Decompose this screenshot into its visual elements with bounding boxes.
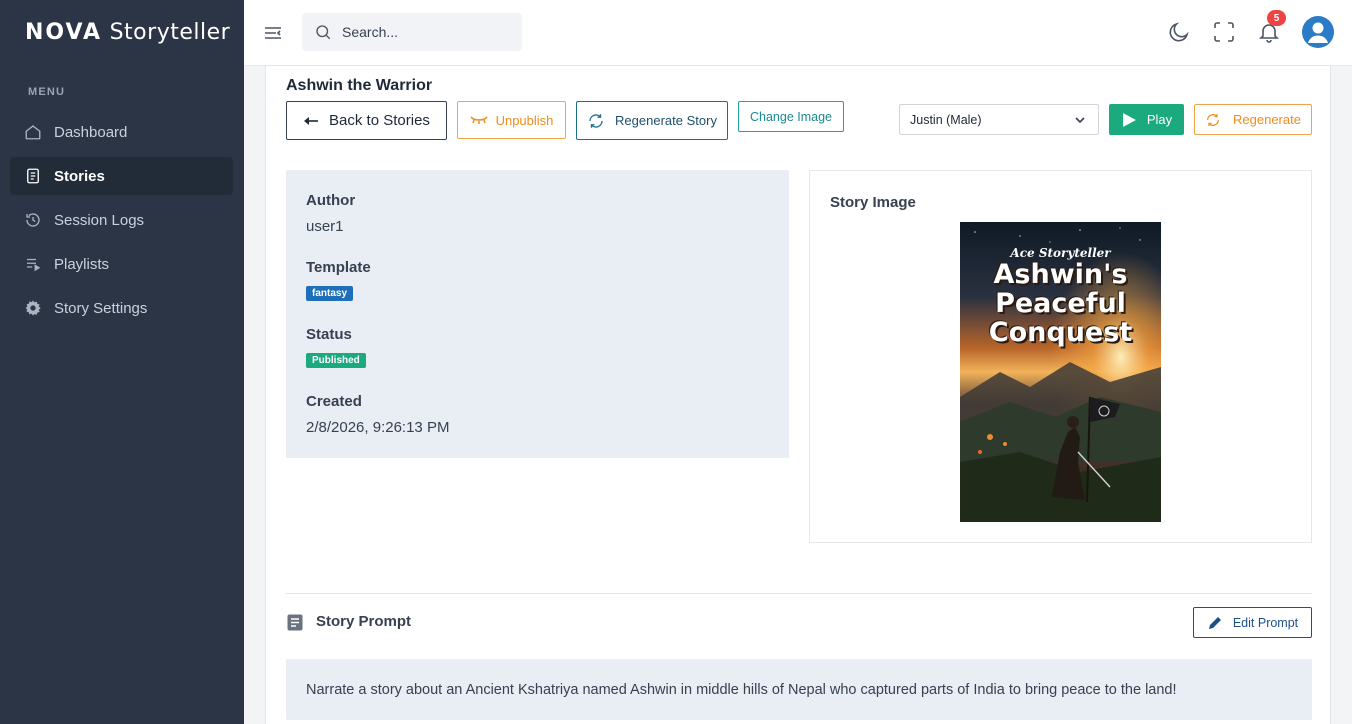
sidebar-item-playlists[interactable]: Playlists (10, 245, 233, 283)
arrow-left-icon (304, 116, 319, 125)
change-image-button[interactable]: Change Image (738, 101, 844, 132)
cover-title-line: Conquest (988, 317, 1133, 348)
eye-off-icon (469, 116, 488, 124)
refresh-icon (589, 113, 603, 128)
sidebar-item-stories[interactable]: Stories (10, 157, 233, 195)
moon-icon[interactable] (1167, 20, 1191, 44)
created-value: 2/8/2026, 9:26:13 PM (306, 419, 450, 436)
search-input[interactable] (342, 24, 502, 40)
top-header: 5 (244, 0, 1352, 66)
sidebar-item-label: Dashboard (54, 123, 128, 141)
regenerate-label: Regenerate (1233, 112, 1301, 127)
sidebar: NOVA Storyteller MENU Dashboard Stories … (0, 0, 244, 724)
history-icon (24, 211, 42, 229)
home-icon (24, 123, 42, 141)
unpublish-label: Unpublish (495, 112, 554, 128)
cover-title-line: Peaceful (995, 288, 1126, 319)
story-prompt-heading: Story Prompt (316, 613, 412, 630)
status-badge: Published (306, 353, 366, 368)
pencil-icon (1208, 616, 1221, 629)
playlist-icon (24, 255, 42, 273)
play-button[interactable]: Play (1109, 104, 1184, 135)
template-label: Template (306, 259, 371, 276)
fullscreen-icon[interactable] (1212, 20, 1236, 44)
chevron-down-icon (1075, 117, 1085, 124)
play-label: Play (1146, 112, 1173, 127)
story-image-panel: Story Image Ace Storyteller Ashwin's Pea… (809, 170, 1312, 543)
story-image-label: Story Image (830, 194, 916, 211)
sidebar-item-session-logs[interactable]: Session Logs (10, 201, 233, 239)
menu-icon[interactable] (263, 23, 283, 43)
avatar[interactable] (1302, 16, 1334, 48)
menu-section-label: MENU (28, 86, 66, 98)
section-divider (286, 593, 1312, 594)
story-prompt-text: Narrate a story about an Ancient Kshatri… (286, 659, 1312, 720)
search-icon (316, 25, 331, 40)
search-box[interactable] (302, 13, 522, 51)
cover-brand-text: Ace Storyteller (1010, 246, 1111, 260)
cover-title-line: Ashwin's (993, 259, 1128, 290)
brand-name: Storyteller (109, 20, 231, 45)
cover-title-text: Ashwin's Peaceful Conquest (960, 260, 1161, 347)
sidebar-item-label: Story Settings (54, 299, 148, 317)
author-value: user1 (306, 218, 344, 235)
story-cover-image[interactable]: Ace Storyteller Ashwin's Peaceful Conque… (960, 222, 1161, 522)
sidebar-item-label: Stories (54, 167, 105, 185)
document-icon (287, 614, 303, 631)
template-badge: fantasy (306, 286, 354, 301)
user-icon (1308, 22, 1328, 43)
regenerate-story-button[interactable]: Regenerate Story (576, 101, 728, 140)
document-icon (24, 167, 42, 185)
brand-logo[interactable]: NOVA Storyteller (25, 20, 230, 45)
author-label: Author (306, 192, 356, 209)
refresh-icon (1207, 113, 1219, 126)
back-button-label: Back to Stories (329, 112, 430, 129)
back-to-stories-button[interactable]: Back to Stories (286, 101, 447, 140)
sidebar-item-story-settings[interactable]: Story Settings (10, 289, 233, 327)
voice-select[interactable]: Justin (Male) (899, 104, 1099, 135)
regenerate-story-label: Regenerate Story (615, 113, 717, 128)
unpublish-button[interactable]: Unpublish (457, 101, 566, 139)
edit-prompt-label: Edit Prompt (1232, 615, 1299, 630)
edit-prompt-button[interactable]: Edit Prompt (1193, 607, 1312, 638)
created-label: Created (306, 393, 362, 410)
story-info-panel: Author user1 Template fantasy Status Pub… (286, 170, 789, 458)
story-detail-card: Ashwin the Warrior Back to Stories Unpub… (265, 66, 1331, 724)
change-image-label: Change Image (749, 109, 832, 124)
page-title: Ashwin the Warrior (286, 77, 433, 94)
sidebar-item-label: Session Logs (54, 211, 145, 229)
voice-selected-value: Justin (Male) (910, 112, 982, 127)
notification-badge: 5 (1267, 10, 1286, 26)
sidebar-item-label: Playlists (54, 255, 110, 273)
sidebar-item-dashboard[interactable]: Dashboard (10, 113, 233, 151)
regenerate-audio-button[interactable]: Regenerate (1194, 104, 1312, 135)
play-icon (1122, 112, 1136, 127)
status-label: Status (306, 326, 352, 343)
gear-icon (24, 299, 42, 317)
brand-name-bold: NOVA (25, 20, 103, 45)
